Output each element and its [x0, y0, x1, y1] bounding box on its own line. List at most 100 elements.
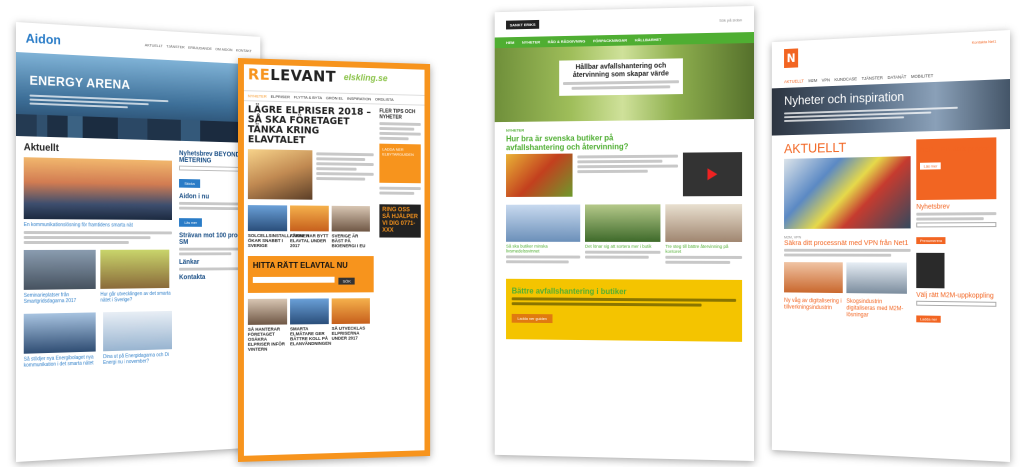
net1-nav-item[interactable]: TJÄNSTER [862, 75, 883, 81]
guide-download-box[interactable]: LADDA NER ELBYTARGUIDEN [379, 143, 421, 184]
aidon-nav-item[interactable]: AKTUELLT [145, 42, 163, 48]
search-button[interactable]: SÖK [338, 277, 355, 285]
net1-nav-item[interactable]: AKTUELLT [784, 79, 804, 85]
subscribe-button[interactable]: Prenumerera [916, 237, 946, 245]
aidon-nav-item[interactable]: OM AIDON [215, 46, 232, 52]
video-player[interactable] [682, 152, 743, 197]
aidon-logo[interactable]: Aidon [26, 30, 61, 47]
solar-panels-image [247, 205, 288, 232]
newsletter-email-field[interactable] [916, 222, 997, 228]
store-image [506, 204, 581, 242]
stockholm-sunset-image [23, 157, 172, 220]
2018-cityscape-image [247, 149, 313, 200]
article-thumbnail[interactable] [103, 310, 172, 352]
article-thumbnail[interactable] [23, 312, 96, 354]
relevant-nav-item[interactable]: ORDLISTA [375, 97, 394, 102]
aidon-thumb-link[interactable]: Hur går utvecklingen av det smarta nätet… [100, 291, 172, 304]
article-thumbnail[interactable] [100, 249, 170, 289]
recycling-bins-image [585, 204, 661, 242]
grid-headline[interactable]: SMARTA ELMÄTARE GER BÄTTRE KOLL PÅ ELANV… [290, 326, 331, 346]
contact-link[interactable]: Kontakta Net1 [972, 39, 997, 45]
aidon-section-title: Aktuellt [23, 142, 59, 155]
side-title: FLER TIPS OCH NYHETER [379, 108, 416, 121]
office-meeting-image [665, 204, 743, 242]
relevant-page-screenshot: RELEVANT elskling.se NYHETER ELPRISER FL… [238, 58, 431, 462]
article-thumbnail[interactable] [23, 249, 96, 290]
net1-nav-item[interactable]: MOBILITET [911, 73, 933, 79]
relevant-nav-item[interactable]: GRÖN EL [326, 95, 343, 100]
smart-meter-image [290, 298, 329, 325]
relevant-logo[interactable]: RELEVANT [248, 65, 336, 85]
avfall-nav-item[interactable]: RÅD & RÅDGIVNING [548, 39, 586, 45]
call-us-box[interactable]: RING OSS SÅ HJÄLPER VI DIG 0771-XXX [379, 204, 421, 238]
aidon-thumb-link[interactable]: Dina ut på Energidagarna och Di Energi n… [103, 352, 172, 366]
relevant-nav-item[interactable]: FLYTTA & BYTA [294, 94, 322, 100]
net1-logo[interactable]: N [784, 48, 799, 69]
relevant-nav-item[interactable]: INSPIRATION [347, 96, 371, 102]
download-button[interactable]: Ladda ner [916, 315, 941, 323]
grid-headline[interactable]: SVERIGE ÄR BÄST PÅ BIOENERGI I EU [332, 233, 370, 248]
grid-headline[interactable]: SÅ HANTERAR FÖRETAGET OSÄKRA ELPRISER IN… [248, 326, 287, 352]
grid-headline[interactable]: FÄRRE HAR BYTT ELAVTAL UNDER 2017 [290, 233, 329, 248]
partner-box-title: Net1 – En stark partner [920, 145, 989, 154]
aidon-hero-title: ENERGY ARENA [29, 72, 131, 92]
aidon-nav-item[interactable]: KONTAKT [236, 47, 252, 53]
forest-hero: Hållbar avfallshantering och återvinning… [494, 43, 754, 123]
relevant-header: RELEVANT elskling.se [238, 58, 430, 95]
postal-code-input[interactable] [252, 276, 335, 283]
avfall-nav-item[interactable]: HEM [506, 40, 514, 45]
side-heading: Nyhetsbrev [916, 203, 950, 211]
aidon-nav-item[interactable]: ERBJUDANDE [188, 44, 212, 50]
net1-nav-item[interactable]: M2M [808, 78, 817, 83]
site-search[interactable]: Sök på sidan [719, 17, 742, 23]
net1-nav-item[interactable]: KUNDCASE [834, 76, 857, 82]
column-heading[interactable]: Tre steg till bättre återvinning på kont… [665, 244, 742, 254]
sunset-pylon-image [331, 298, 370, 325]
promo-title: Bättre avfallshantering i butiker [511, 286, 627, 297]
aidon-page-screenshot: Aidon AKTUELLT TJÄNSTER ERBJUDANDE OM AI… [16, 22, 261, 462]
factory-image [784, 262, 843, 294]
avfall-nav-item[interactable]: FÖRPACKNINGAR [593, 38, 627, 44]
aidon-nav-item[interactable]: TJÄNSTER [166, 43, 184, 49]
aidon-thumb-link[interactable]: Så stödjer nya Energibolaget nya kommuni… [24, 354, 99, 369]
office-image [247, 298, 288, 325]
net1-article-title[interactable]: Säkra ditt processnät med VPN från Net1 [784, 238, 911, 247]
aidon-nav: AKTUELLT TJÄNSTER ERBJUDANDE OM AIDON KO… [145, 42, 252, 53]
grid-headline[interactable]: SOLCELLSINSTALLATIONER ÖKAR SNABBT I SVE… [248, 233, 309, 248]
read-more-button[interactable]: Läs mer [179, 218, 203, 227]
net1-nav-item[interactable]: DATANÄT [887, 74, 906, 80]
net1-nav-item[interactable]: VPN [822, 77, 830, 82]
fruit-market-image [506, 153, 573, 197]
relevant-nav-item[interactable]: NYHETER [248, 93, 267, 98]
net1-bottom-title[interactable]: Ny våg av digitalisering i tillverknings… [784, 298, 843, 319]
network-cables-image [784, 156, 911, 229]
aidon-article-link[interactable]: En kommunikationslösning för framtidens … [24, 222, 172, 229]
avfall-hero-title: Hållbar avfallshantering och återvinning… [572, 62, 669, 79]
avfall-nav-item[interactable]: HÅLLBARHET [635, 37, 662, 42]
cta-title: HITTA RÄTT ELAVTAL NU [252, 260, 348, 270]
net1-section-title: AKTUELLT [784, 139, 847, 157]
elskling-ad-banner[interactable]: elskling.se [344, 72, 388, 83]
power-lines-image [290, 205, 329, 232]
net1-page-screenshot: N Kontakta Net1 AKTUELLT M2M VPN KUNDCAS… [771, 30, 1010, 462]
aidon-thumb-link[interactable]: Seminarieplatser från Smartgridsdagarna … [24, 292, 96, 305]
email-field[interactable] [916, 300, 997, 307]
kicker: NYHETER [506, 127, 525, 133]
portrait-image [331, 205, 370, 232]
download-guide-button[interactable]: Ladda ner guiden [511, 313, 553, 324]
newsletter-submit-button[interactable]: Skicka [179, 178, 200, 188]
elavtal-search-box: HITTA RÄTT ELAVTAL NU SÖK [247, 256, 374, 293]
column-heading[interactable]: Så ska butiker minska livsmedelssvinnet [506, 244, 580, 254]
forest-industry-image [846, 262, 907, 294]
avfall-logo[interactable]: SANKT ERIKS [506, 19, 540, 29]
grid-headline[interactable]: SÅ UTVECKLAS ELPRISERNA UNDER 2017 [332, 326, 370, 341]
column-heading[interactable]: Det lönar sig att sortera mer i butik [585, 244, 660, 249]
avfall-nav-item[interactable]: NYHETER [522, 39, 540, 44]
partner-box: Net1 – En stark partner Läs mer [916, 137, 997, 201]
relevant-nav-item[interactable]: ELPRISER [271, 94, 290, 99]
relevant-headline[interactable]: LÄGRE ELPRISER 2018 – SÅ SKA FÖRETAGET T… [248, 104, 374, 147]
read-more-button[interactable]: Läs mer [920, 162, 942, 170]
net1-bottom-title[interactable]: Skogsindustrin digitaliseras med M2M-lös… [846, 299, 907, 320]
avfall-main-heading[interactable]: Hur bra är svenska butiker på avfallshan… [506, 133, 640, 152]
guide-cover-image [916, 252, 945, 289]
